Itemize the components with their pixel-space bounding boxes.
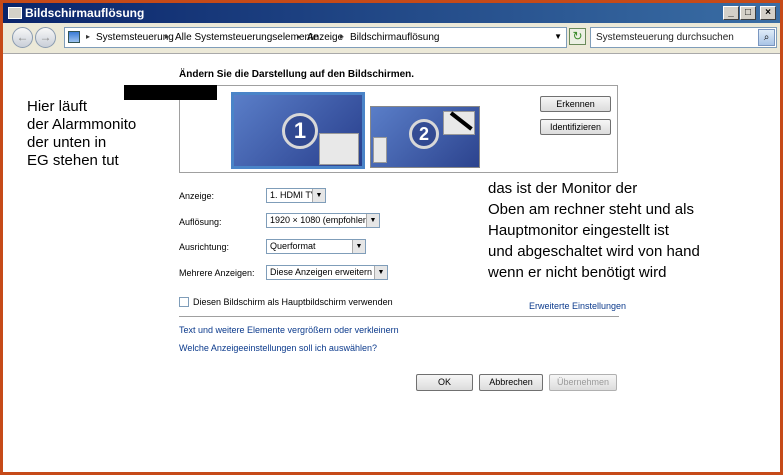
chevron-down-icon[interactable]: ▼ bbox=[374, 266, 387, 279]
cancel-button[interactable]: Abbrechen bbox=[479, 374, 543, 391]
window-title: Bildschirmauflösung bbox=[25, 6, 145, 20]
breadcrumb-anzeige[interactable]: Anzeige bbox=[307, 32, 343, 43]
resolution-label: Auflösung: bbox=[179, 217, 222, 227]
window-thumbnail-icon bbox=[319, 133, 359, 165]
identify-button[interactable]: Identifizieren bbox=[540, 119, 611, 135]
control-panel-icon bbox=[68, 31, 80, 43]
chevron-right-icon[interactable]: ▸ bbox=[297, 32, 301, 41]
search-input[interactable]: Systemsteuerung durchsuchen ⌕ bbox=[590, 27, 777, 48]
chevron-right-icon[interactable]: ▸ bbox=[340, 32, 344, 41]
window-frame: Bildschirmauflösung _ □ × ← → ▸ Systemst… bbox=[0, 0, 783, 475]
annotation-left-line: der unten in bbox=[27, 134, 107, 151]
redaction-bar bbox=[124, 85, 217, 100]
window-controls: _ □ × bbox=[723, 6, 776, 20]
annotation-right-line: Hauptmonitor eingestellt ist bbox=[488, 222, 669, 239]
search-button[interactable]: ⌕ bbox=[758, 29, 775, 46]
navigation-bar: ← → ▸ Systemsteuerung ▸ Alle Systemsteue… bbox=[3, 23, 780, 54]
annotation-left-line: EG stehen tut bbox=[27, 152, 119, 169]
annotation-right-line: und abgeschaltet wird von hand bbox=[488, 243, 700, 260]
search-placeholder: Systemsteuerung durchsuchen bbox=[596, 32, 734, 43]
page-heading: Ändern Sie die Darstellung auf den Bilds… bbox=[179, 69, 415, 80]
title-bar: Bildschirmauflösung _ □ × bbox=[3, 3, 780, 23]
multiple-displays-value: Diese Anzeigen erweitern bbox=[270, 267, 373, 277]
chevron-down-icon[interactable]: ▼ bbox=[352, 240, 365, 253]
ok-button[interactable]: OK bbox=[416, 374, 473, 391]
orientation-label: Ausrichtung: bbox=[179, 242, 230, 252]
annotation-right-line: das ist der Monitor der bbox=[488, 180, 638, 197]
monitor-1[interactable]: 1 bbox=[231, 92, 365, 169]
divider bbox=[179, 316, 619, 317]
annotation-right-line: Oben am rechner steht und als bbox=[488, 201, 694, 218]
annotation-left: Hier läuft der Alarmmonito der unten in … bbox=[27, 98, 136, 170]
breadcrumb-bildschirmaufloesung[interactable]: Bildschirmauflösung bbox=[350, 32, 440, 43]
annotation-right-line: wenn er nicht benötigt wird bbox=[488, 264, 667, 281]
monitor-2[interactable]: 2 bbox=[370, 106, 480, 168]
annotation-right: das ist der Monitor der Oben am rechner … bbox=[488, 178, 700, 283]
text-size-link[interactable]: Text und weitere Elemente vergrößern ode… bbox=[179, 325, 399, 335]
chevron-down-icon[interactable]: ▼ bbox=[554, 32, 562, 41]
orientation-select[interactable]: Querformat ▼ bbox=[266, 239, 366, 254]
orientation-value: Querformat bbox=[270, 241, 316, 251]
display-settings-icon bbox=[8, 7, 22, 19]
apply-button[interactable]: Übernehmen bbox=[549, 374, 617, 391]
address-bar[interactable]: ▸ Systemsteuerung ▸ Alle Systemsteuerung… bbox=[64, 27, 567, 48]
monitor-2-number: 2 bbox=[409, 119, 439, 149]
window-thumbnail-icon bbox=[373, 137, 387, 163]
annotation-left-line: der Alarmmonito bbox=[27, 116, 137, 133]
multiple-displays-label: Mehrere Anzeigen: bbox=[179, 268, 255, 278]
resolution-value: 1920 × 1080 (empfohlen) bbox=[270, 215, 371, 225]
chevron-right-icon[interactable]: ▸ bbox=[165, 32, 169, 41]
display-select[interactable]: 1. HDMI TV ▼ bbox=[266, 188, 326, 203]
monitor-1-number: 1 bbox=[282, 113, 318, 149]
back-button[interactable]: ← bbox=[12, 27, 33, 48]
window-thumbnail-icon bbox=[443, 111, 475, 135]
chevron-down-icon[interactable]: ▼ bbox=[312, 189, 325, 202]
resolution-select[interactable]: 1920 × 1080 (empfohlen) ▼ bbox=[266, 213, 380, 228]
breadcrumb-systemsteuerung[interactable]: Systemsteuerung bbox=[96, 32, 174, 43]
display-value: 1. HDMI TV bbox=[270, 190, 317, 200]
chevron-right-icon[interactable]: ▸ bbox=[86, 32, 90, 41]
refresh-icon: ↻ bbox=[572, 29, 583, 43]
primary-display-checkbox[interactable] bbox=[179, 297, 189, 307]
search-icon: ⌕ bbox=[763, 32, 770, 43]
advanced-settings-link[interactable]: Erweiterte Einstellungen bbox=[529, 301, 626, 311]
minimize-button[interactable]: _ bbox=[723, 6, 739, 20]
primary-display-label: Diesen Bildschirm als Hauptbildschirm ve… bbox=[193, 297, 393, 307]
refresh-button[interactable]: ↻ bbox=[569, 28, 586, 45]
close-button[interactable]: × bbox=[760, 6, 776, 20]
chevron-down-icon[interactable]: ▼ bbox=[366, 214, 379, 227]
annotation-left-line: Hier läuft bbox=[27, 98, 88, 115]
maximize-button[interactable]: □ bbox=[740, 6, 756, 20]
detect-button[interactable]: Erkennen bbox=[540, 96, 611, 112]
display-label: Anzeige: bbox=[179, 191, 215, 201]
monitor-preview-area: 1 2 Erkennen Identifizieren bbox=[179, 85, 618, 173]
which-settings-link[interactable]: Welche Anzeigeeinstellungen soll ich aus… bbox=[179, 343, 377, 353]
forward-button[interactable]: → bbox=[35, 27, 56, 48]
multiple-displays-select[interactable]: Diese Anzeigen erweitern ▼ bbox=[266, 265, 388, 280]
